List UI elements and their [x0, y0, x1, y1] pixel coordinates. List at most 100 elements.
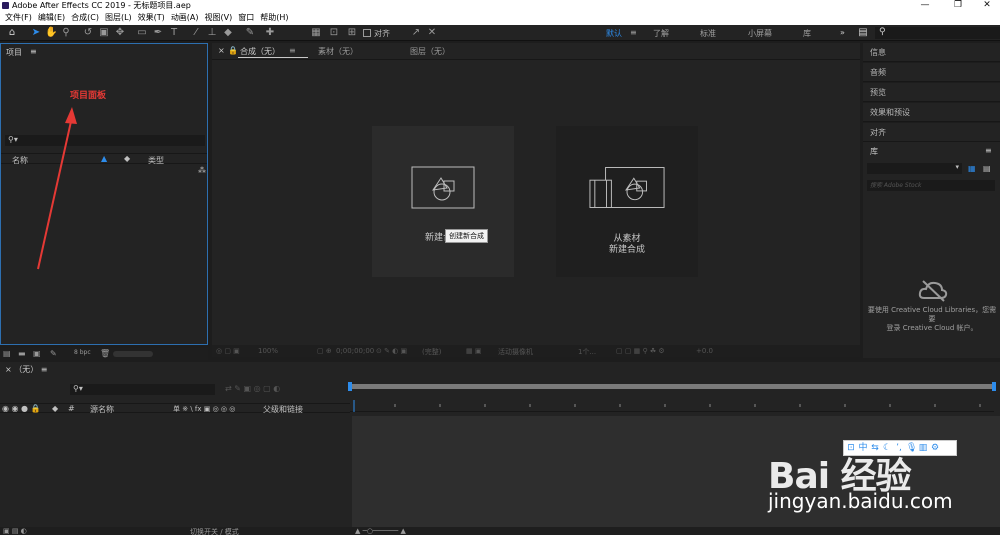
menu-composition[interactable]: 合成(C)	[68, 11, 102, 25]
ime-board-icon[interactable]: ▥	[918, 442, 928, 454]
menu-window[interactable]: 窗口	[235, 11, 257, 25]
views-dropdown[interactable]: 1个...	[578, 347, 596, 357]
time-ruler[interactable]	[350, 400, 994, 412]
layer-number-icon[interactable]: #	[68, 404, 75, 413]
ime-settings-icon[interactable]: ⚙	[930, 442, 940, 454]
sort-ascending-icon[interactable]: ▲	[101, 154, 107, 163]
expand-icon[interactable]: ✕	[426, 27, 438, 39]
label-tag-icon[interactable]: ◆	[124, 154, 130, 163]
close-button[interactable]: ✕	[972, 0, 1000, 11]
menu-help[interactable]: 帮助(H)	[257, 11, 291, 25]
exposure-value[interactable]: +0.0	[696, 347, 713, 355]
more-workspaces-icon[interactable]: »	[840, 28, 845, 37]
zoom-tool-icon[interactable]: ⚲	[60, 27, 72, 39]
bit-depth-label[interactable]: 8 bpc	[74, 349, 91, 356]
layer-switches[interactable]: 单 ※ \ fx ▣ ◎ ◎ ◎	[173, 404, 235, 414]
region-icon[interactable]: ▦ ▣	[466, 347, 481, 355]
tab-layer[interactable]: 图层（无）	[410, 46, 450, 57]
zoom-slider[interactable]: ▲ ─○────── ▲	[355, 527, 406, 535]
effects-presets-panel[interactable]: 效果和预设	[863, 103, 1000, 122]
workspace-small-screen[interactable]: 小屏幕	[748, 28, 772, 39]
column-name[interactable]: 名称	[12, 155, 28, 166]
clone-stamp-tool-icon[interactable]: ⊥	[206, 27, 218, 39]
adjust-settings-icon[interactable]: ✎	[50, 350, 59, 358]
timecode-display[interactable]: 0;00;00;00	[336, 347, 374, 355]
new-composition-icon[interactable]: ▣	[33, 350, 42, 358]
column-parent-link[interactable]: 父级和链接	[263, 404, 303, 415]
close-tab-icon[interactable]: ×	[218, 46, 225, 55]
snap-checkbox[interactable]	[363, 29, 371, 37]
render-options-icon[interactable]: ▢ ▢ ▦ ⚲ ☘ ⚙	[616, 347, 665, 355]
camera-tool-icon[interactable]: ▣	[98, 27, 110, 39]
workspace-menu-icon[interactable]: ≡	[630, 28, 637, 37]
menu-view[interactable]: 视图(V)	[202, 11, 236, 25]
selection-tool-icon[interactable]: ➤	[30, 27, 42, 39]
tab-menu-icon[interactable]: ≡	[289, 46, 296, 55]
axis-mode-icon[interactable]: ▦	[310, 27, 322, 39]
align-panel[interactable]: 对齐	[863, 123, 1000, 142]
workspace-default[interactable]: 默认	[606, 28, 622, 39]
type-tool-icon[interactable]: T	[168, 27, 180, 39]
new-composition-button[interactable]: 新建合成	[372, 126, 514, 277]
timeline-tab[interactable]: × （无） ≡	[5, 364, 48, 375]
workspace-library[interactable]: 库	[803, 28, 811, 39]
menu-animation[interactable]: 动画(A)	[168, 11, 202, 25]
thumbnail-slider[interactable]	[113, 351, 153, 357]
minimize-button[interactable]: —	[910, 0, 940, 11]
menu-layer[interactable]: 图层(L)	[102, 11, 135, 25]
workspace-learn[interactable]: 了解	[653, 28, 669, 39]
puppet-tool-icon[interactable]: ✚	[264, 27, 276, 39]
lock-icon[interactable]: 🔒	[228, 46, 238, 55]
timeline-control-icons[interactable]: ⇄ ✎ ▣ ◎ ▢ ◐	[225, 384, 280, 393]
roto-brush-tool-icon[interactable]: ✎	[244, 27, 256, 39]
timeline-toggle-icons[interactable]: ▣ ▤ ◐	[3, 527, 27, 535]
sync-settings-icon[interactable]: ▤	[857, 27, 869, 39]
tab-footage[interactable]: 素材（无）	[318, 46, 358, 57]
view-axis-icon[interactable]: ⊞	[346, 27, 358, 39]
toggle-switches-modes[interactable]: 切换开关 / 模式	[190, 527, 239, 535]
work-area-start-handle[interactable]	[348, 382, 352, 391]
menu-effect[interactable]: 效果(T)	[135, 11, 168, 25]
menu-file[interactable]: 文件(F)	[2, 11, 35, 25]
av-switches-icons[interactable]: ◉ ◉ ● 🔒	[2, 404, 41, 413]
timeline-search-input[interactable]: ⚲▾	[70, 384, 215, 395]
flowchart-icon[interactable]: ⁂	[198, 166, 206, 175]
rectangle-tool-icon[interactable]: ▭	[136, 27, 148, 39]
library-dropdown[interactable]: ▾	[867, 163, 962, 174]
grid-view-icon[interactable]: ▦	[968, 164, 976, 173]
preview-toggle-icon[interactable]: ◎ ▢ ▣	[216, 347, 240, 355]
tab-composition[interactable]: 合成（无）	[240, 46, 280, 57]
zoom-dropdown[interactable]: 100%	[258, 347, 278, 355]
audio-panel[interactable]: 音频	[863, 63, 1000, 82]
snap-icon[interactable]: ↗	[410, 27, 422, 39]
pan-behind-tool-icon[interactable]: ✥	[114, 27, 126, 39]
help-search-input[interactable]: ⚲	[875, 27, 1000, 39]
new-comp-from-footage-button[interactable]: 从素材 新建合成	[556, 126, 698, 277]
interpret-footage-icon[interactable]: ▤	[3, 350, 12, 358]
label-tag-icon[interactable]: ◆	[52, 404, 58, 413]
hand-tool-icon[interactable]: ✋	[45, 27, 57, 39]
delete-icon[interactable]: 🗑	[100, 350, 110, 358]
project-panel-menu-icon[interactable]: ≡	[30, 47, 37, 56]
brush-tool-icon[interactable]: ⁄	[190, 27, 202, 39]
list-view-icon[interactable]: ▤	[983, 164, 991, 173]
active-camera-dropdown[interactable]: 活动摄像机	[498, 347, 533, 357]
resolution-dropdown[interactable]: (完整)	[422, 347, 441, 357]
maximize-button[interactable]: ❐	[943, 0, 973, 11]
pen-tool-icon[interactable]: ✒	[152, 27, 164, 39]
home-icon[interactable]: ⌂	[6, 27, 18, 39]
preview-panel[interactable]: 预览	[863, 83, 1000, 102]
rotate-tool-icon[interactable]: ↺	[82, 27, 94, 39]
library-search-input[interactable]: 搜索 Adobe Stock	[867, 180, 995, 191]
work-area-end-handle[interactable]	[992, 382, 996, 391]
column-source-name[interactable]: 源名称	[90, 404, 114, 415]
world-axis-icon[interactable]: ⊡	[328, 27, 340, 39]
project-tab[interactable]: 项目	[6, 47, 22, 58]
eraser-tool-icon[interactable]: ◆	[222, 27, 234, 39]
snapshot-icon[interactable]: ▢ ⊕	[317, 347, 332, 355]
column-type[interactable]: 类型	[148, 155, 164, 166]
new-folder-icon[interactable]: ▬	[18, 350, 27, 358]
menu-edit[interactable]: 编辑(E)	[35, 11, 68, 25]
library-menu-icon[interactable]: ≡	[985, 146, 992, 155]
info-panel[interactable]: 信息	[863, 43, 1000, 62]
